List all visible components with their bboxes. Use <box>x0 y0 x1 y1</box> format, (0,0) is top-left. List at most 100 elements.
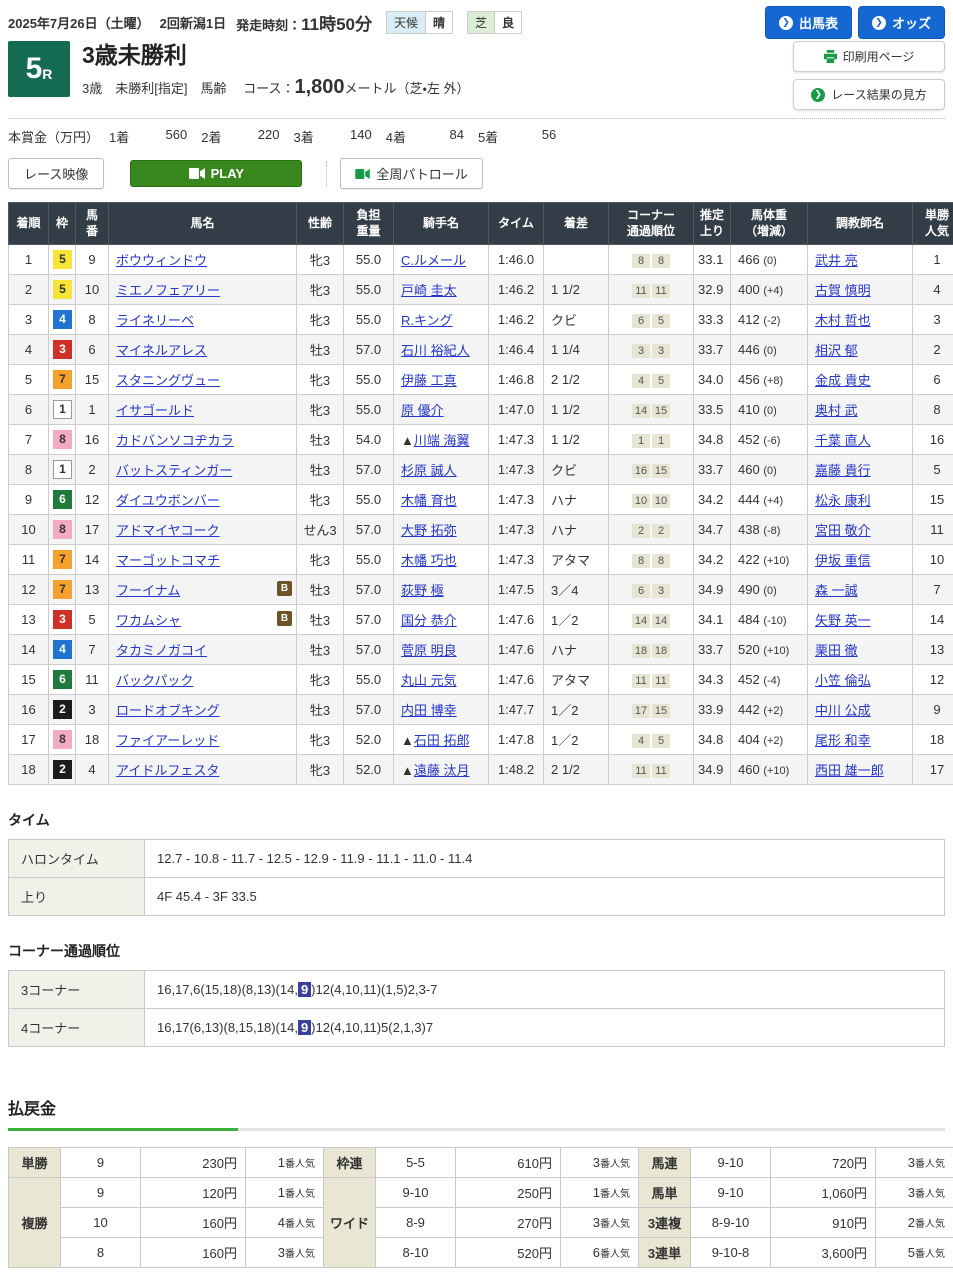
jockey-link[interactable]: 石川 裕紀人 <box>401 343 470 358</box>
corner4-pos: 1 <box>652 434 670 448</box>
trainer-link[interactable]: 木村 哲也 <box>815 313 871 328</box>
horse-link[interactable]: ボウウィンドウ <box>116 253 207 268</box>
jockey-link[interactable]: 内田 博幸 <box>401 703 457 718</box>
result-row: 10 8 17 アドマイヤコーク せん3 57.0 大野 拓弥 1:47.3 ハ… <box>9 515 953 545</box>
odds-button[interactable]: ❯ オッズ <box>858 6 945 39</box>
finish-position: 6 <box>9 395 49 425</box>
horse-link[interactable]: マーゴットコマチ <box>116 553 220 568</box>
jockey-link[interactable]: 菅原 明良 <box>401 643 457 658</box>
jockey-link[interactable]: 木幡 育也 <box>401 493 457 508</box>
horse-link[interactable]: フーイナム <box>116 583 180 598</box>
finish-time: 1:47.3 <box>489 455 544 485</box>
horse-link[interactable]: マイネルアレス <box>116 343 207 358</box>
trainer-link[interactable]: 尾形 和幸 <box>815 733 871 748</box>
patrol-video-button[interactable]: 全周パトロール <box>340 158 482 189</box>
bet-type-label: 3連単 <box>639 1238 691 1268</box>
corner3-pos: 11 <box>632 764 650 778</box>
jockey-link[interactable]: 大野 拓弥 <box>401 523 457 538</box>
jockey-link[interactable]: 原 優介 <box>401 403 444 418</box>
trainer-link[interactable]: 矢野 英一 <box>815 613 871 628</box>
jockey-link[interactable]: 国分 恭介 <box>401 613 457 628</box>
win-popularity: 8 <box>913 395 953 425</box>
result-guide-button[interactable]: ❯ レース結果の見方 <box>793 79 945 110</box>
win-popularity: 18 <box>913 725 953 755</box>
trainer-link[interactable]: 松永 康利 <box>815 493 871 508</box>
horse-link[interactable]: スタニングヴュー <box>116 373 220 388</box>
horse-link[interactable]: タカミノガコイ <box>116 643 207 658</box>
frame-badge: 2 <box>53 700 72 719</box>
trainer-link[interactable]: 古賀 慎明 <box>815 283 871 298</box>
jockey-link[interactable]: 石田 拓郎 <box>414 733 470 748</box>
horse-link[interactable]: カドバンソコヂカラ <box>116 433 234 448</box>
margin: ハナ <box>544 485 609 515</box>
jockey-link[interactable]: 杉原 誠人 <box>401 463 457 478</box>
trainer-link[interactable]: 西田 雄一郎 <box>815 763 884 778</box>
carried-weight: 54.0 <box>344 425 394 455</box>
trainer-link[interactable]: 奥村 武 <box>815 403 858 418</box>
horse-link[interactable]: ライネリーベ <box>116 313 194 328</box>
payout-row: 複勝 9 120円 1番人気 <box>9 1178 324 1208</box>
trainer-link[interactable]: 森 一誠 <box>815 583 858 598</box>
results-header-row: 着順枠馬 番馬名性齢負担 重量騎手名タイム着差コーナー 通過順位推定 上り馬体重… <box>9 203 953 245</box>
jockey-link[interactable]: 丸山 元気 <box>401 673 457 688</box>
entries-button[interactable]: ❯ 出馬表 <box>765 6 852 39</box>
play-button[interactable]: PLAY <box>130 160 302 187</box>
corner-order-cell: 1111 <box>609 665 694 695</box>
frame-badge: 1 <box>53 400 72 419</box>
horse-link[interactable]: ダイユウボンバー <box>116 493 220 508</box>
trainer-link[interactable]: 宮田 敬介 <box>815 523 871 538</box>
weather-value: 晴 <box>425 12 452 33</box>
payout-row: 3連単 9-10-8 3,600円 5番人気 <box>639 1238 953 1268</box>
payout-popularity: 3番人気 <box>876 1178 953 1208</box>
win-popularity: 10 <box>913 545 953 575</box>
trainer-link[interactable]: 千葉 直人 <box>815 433 871 448</box>
jockey-link[interactable]: 荻野 極 <box>401 583 444 598</box>
corner-order-cell: 1111 <box>609 755 694 785</box>
trainer-link[interactable]: 栗田 徹 <box>815 643 858 658</box>
race-video-button[interactable]: レース映像 <box>8 158 104 189</box>
horse-link[interactable]: ワカムシャ <box>116 613 181 628</box>
horse-link[interactable]: ファイアーレッド <box>116 733 219 748</box>
horse-link[interactable]: ロードオブキング <box>116 703 220 718</box>
trainer-link[interactable]: 中川 公成 <box>815 703 871 718</box>
body-weight: 438 (-8) <box>731 515 808 545</box>
print-page-button[interactable]: 印刷用ページ <box>793 41 945 72</box>
corner4-pos: 15 <box>652 704 670 718</box>
payout-amount: 610円 <box>456 1148 561 1178</box>
win-popularity: 7 <box>913 575 953 605</box>
carried-weight: 57.0 <box>344 695 394 725</box>
trainer-link[interactable]: 小笠 倫弘 <box>815 673 871 688</box>
chevron-right-icon: ❯ <box>811 88 825 102</box>
trainer-link[interactable]: 金成 貴史 <box>815 373 871 388</box>
jockey-link[interactable]: C.ルメール <box>401 253 466 268</box>
jockey-link[interactable]: 伊藤 工真 <box>401 373 457 388</box>
trainer-link[interactable]: 武井 亮 <box>815 253 858 268</box>
combination: 9 <box>61 1148 141 1178</box>
horse-link[interactable]: バックパック <box>116 673 193 688</box>
jockey-link[interactable]: 遠藤 汰月 <box>414 763 470 778</box>
trainer-link[interactable]: 相沢 郁 <box>815 343 858 358</box>
frame-cell: 7 <box>49 545 76 575</box>
finish-position: 9 <box>9 485 49 515</box>
jockey-link[interactable]: 川端 海翼 <box>414 433 470 448</box>
jockey-link[interactable]: 木幡 巧也 <box>401 553 457 568</box>
carried-weight: 55.0 <box>344 305 394 335</box>
horse-number: 9 <box>76 245 109 275</box>
finish-position: 10 <box>9 515 49 545</box>
horse-link[interactable]: バットスティンガー <box>116 463 232 478</box>
horse-link[interactable]: アドマイヤコーク <box>116 523 220 538</box>
horse-link[interactable]: ミエノフェアリー <box>116 283 220 298</box>
horse-name-cell: ミエノフェアリー <box>109 275 297 305</box>
trainer-cell: 奥村 武 <box>808 395 913 425</box>
jockey-link[interactable]: 戸崎 圭太 <box>401 283 457 298</box>
trainer-link[interactable]: 嘉藤 貴行 <box>815 463 871 478</box>
horse-link[interactable]: アイドルフェスタ <box>116 763 219 778</box>
estimated-last3f: 33.1 <box>694 245 731 275</box>
chevron-right-icon: ❯ <box>779 16 793 30</box>
trainer-link[interactable]: 伊坂 重信 <box>815 553 871 568</box>
body-weight: 422 (+10) <box>731 545 808 575</box>
bet-type-label: 枠連 <box>324 1148 376 1178</box>
horse-link[interactable]: イサゴールド <box>116 403 194 418</box>
jockey-link[interactable]: R.キング <box>401 313 453 328</box>
prize-item: 2着220 <box>201 127 289 146</box>
